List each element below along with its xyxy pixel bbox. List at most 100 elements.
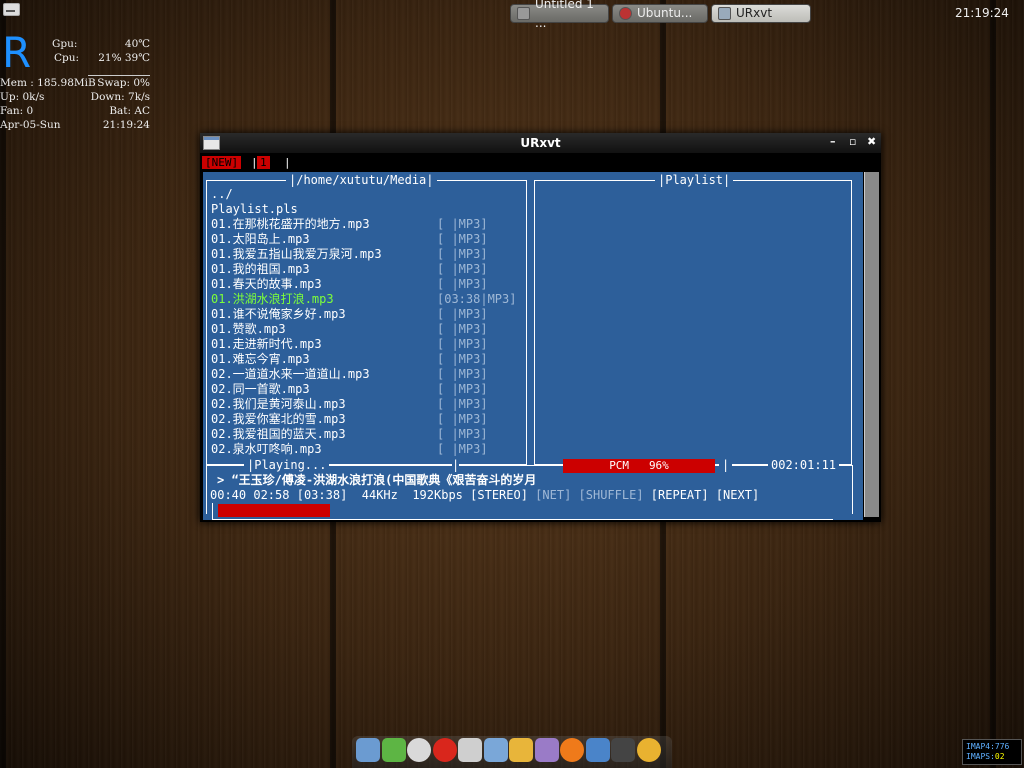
conky-logo: R <box>2 28 32 77</box>
cpu-label: Cpu: <box>54 52 80 64</box>
progress-fill <box>218 504 330 517</box>
remaining-time: 02:58 <box>253 488 290 502</box>
file-row-tag: [ |MP3] <box>437 337 488 351</box>
file-row[interactable]: 01.走进新时代.mp3 <box>211 337 322 352</box>
file-row-tag: [ |MP3] <box>437 412 488 426</box>
close-icon[interactable]: ✖ <box>867 135 876 149</box>
file-row-tag: [ |MP3] <box>437 217 488 231</box>
folder-icon[interactable] <box>356 738 380 762</box>
file-row[interactable]: 02.我爱你塞北的雪.mp3 <box>211 412 346 427</box>
file-row[interactable]: 02.泉水叮咚响.mp3 <box>211 442 322 457</box>
file-row-tag: [ |MP3] <box>437 262 488 276</box>
file-row-tag: [ |MP3] <box>437 397 488 411</box>
thunderbird-icon[interactable] <box>585 738 610 762</box>
task-label: Untitled 1 ... <box>535 0 594 30</box>
fan-label: Fan: 0 <box>0 105 34 117</box>
terminal-area[interactable]: [NEW] | 1 | |/home/xututu/Media| |Playli… <box>200 153 881 522</box>
now-playing: > “王玉珍/傅凌-洪湖水浪打浪(中国歌典《艰苦奋斗的岁月 <box>217 473 537 487</box>
terminal-icon[interactable] <box>611 738 635 762</box>
task-label: Ubuntu... <box>637 6 693 20</box>
file-row[interactable]: 02.我们是黄河泰山.mp3 <box>211 397 346 412</box>
file-row[interactable]: 01.难忘今宵.mp3 <box>211 352 310 367</box>
window-menu-icon[interactable] <box>203 136 220 150</box>
colors-icon[interactable] <box>509 738 533 762</box>
settings-icon[interactable] <box>458 738 482 762</box>
tab-1[interactable]: 1 <box>257 156 270 169</box>
elapsed-time: 00:40 <box>210 488 247 502</box>
file-row[interactable]: 02.同一首歌.mp3 <box>211 382 310 397</box>
tab-new[interactable]: [NEW] <box>202 156 242 169</box>
file-row-tag: [ |MP3] <box>437 367 488 381</box>
task-urxvt[interactable]: URxvt <box>711 4 811 23</box>
file-extension: .mp3 <box>304 292 334 306</box>
maximize-icon[interactable]: ▫ <box>849 135 856 149</box>
sample-rate: 44KHz <box>361 488 398 502</box>
duration: [03:38] <box>296 488 348 502</box>
bitrate: 192Kbps <box>412 488 463 502</box>
file-row-tag: [ |MP3] <box>437 232 488 246</box>
pidgin-icon[interactable] <box>407 738 431 762</box>
conky-time: 21:19:24 <box>102 119 150 131</box>
task-untitled[interactable]: Untitled 1 ... <box>510 0 609 30</box>
file-row[interactable]: 01.我的祖国.mp3 <box>211 262 310 277</box>
file-row-tag: [ |MP3] <box>437 382 488 396</box>
ghost-icon[interactable] <box>534 738 559 762</box>
next-flag[interactable]: [NEXT] <box>716 488 759 502</box>
opera-icon[interactable] <box>432 738 457 762</box>
task-ubuntu[interactable]: Ubuntu... <box>612 4 708 23</box>
file-row-tag: [ |MP3] <box>437 427 488 441</box>
playback-info: 00:40 02:58 [03:38] 44KHz 192Kbps [STERE… <box>210 488 759 503</box>
file-row-tag: [ |MP3] <box>437 307 488 321</box>
file-row[interactable]: 01.谁不说俺家乡好.mp3 <box>211 307 346 322</box>
task-label: URxvt <box>736 6 773 20</box>
file-row[interactable]: 02.一道道水来一道道山.mp3 <box>211 367 370 382</box>
playlist-title: |Playlist| <box>655 173 734 187</box>
file-row-tag: [ |MP3] <box>437 352 488 366</box>
terminal-scrollbar[interactable] <box>864 172 879 517</box>
tab-separator: | <box>284 156 291 169</box>
file-row-tag: [ |MP3] <box>437 277 488 291</box>
urxvt-window[interactable]: URxvt – ▫ ✖ [NEW] | 1 | |/home/xututu/Me… <box>200 133 881 522</box>
file-row-tag: [03:38|MP3] <box>437 292 517 306</box>
cpu-graph <box>88 71 150 76</box>
chrome-icon[interactable] <box>636 738 661 762</box>
current-track-name: 01.洪湖水浪打浪 <box>211 292 305 306</box>
file-row[interactable]: Playlist.pls <box>211 202 298 217</box>
window-titlebar[interactable]: URxvt – ▫ ✖ <box>200 133 881 153</box>
file-row[interactable]: 01.太阳岛上.mp3 <box>211 232 310 247</box>
volume-bar[interactable]: PCM 96% <box>563 459 715 473</box>
status-divider: | <box>452 458 460 472</box>
playlist-frame <box>534 180 852 465</box>
file-row[interactable]: 01.赞歌.mp3 <box>211 322 286 337</box>
document-icon <box>517 7 530 20</box>
gpu-value: 40℃ <box>124 38 150 50</box>
repeat-flag[interactable]: [REPEAT] <box>651 488 709 502</box>
file-row[interactable]: 01.洪湖水浪打浪.mp3 <box>211 292 334 307</box>
file-browser-title: |/home/xututu/Media| <box>286 173 437 187</box>
minimize-icon[interactable]: – <box>830 135 836 149</box>
firefox-icon[interactable] <box>560 738 584 762</box>
mem-label: Mem : 185.98MiB <box>0 77 96 89</box>
cpu-value: 21% 39℃ <box>98 52 150 64</box>
file-row-tag: [ |MP3] <box>437 442 488 456</box>
imap-widget: IMAP4:776 IMAPS:02 <box>962 739 1022 765</box>
leaf-editor-icon[interactable] <box>381 738 406 762</box>
file-row[interactable]: ../ <box>211 187 233 202</box>
taskbar: Untitled 1 ... Ubuntu... URxvt <box>510 0 811 30</box>
file-row[interactable]: 01.我爱五指山我爱万泉河.mp3 <box>211 247 382 262</box>
top-left-drive-icon[interactable] <box>3 3 20 16</box>
playing-title: |Playing... <box>244 458 330 472</box>
shuffle-flag[interactable]: [SHUFFLE] <box>579 488 644 502</box>
bat-label: Bat: AC <box>109 105 150 117</box>
file-row[interactable]: 01.在那桃花盛开的地方.mp3 <box>211 217 370 232</box>
music-player-icon[interactable] <box>483 738 508 762</box>
panel-clock[interactable]: 21:19:24 <box>955 6 1009 20</box>
net-flag[interactable]: [NET] <box>535 488 571 502</box>
stereo-flag: [STEREO] <box>470 488 528 502</box>
down-label: Down: 7k/s <box>90 91 150 103</box>
conky-date: Apr-05-Sun <box>0 119 61 131</box>
file-row[interactable]: 02.我爱祖国的蓝天.mp3 <box>211 427 346 442</box>
total-time: 002:01:11 <box>768 458 840 472</box>
file-row[interactable]: 01.春天的故事.mp3 <box>211 277 322 292</box>
terminal-icon <box>718 7 731 20</box>
